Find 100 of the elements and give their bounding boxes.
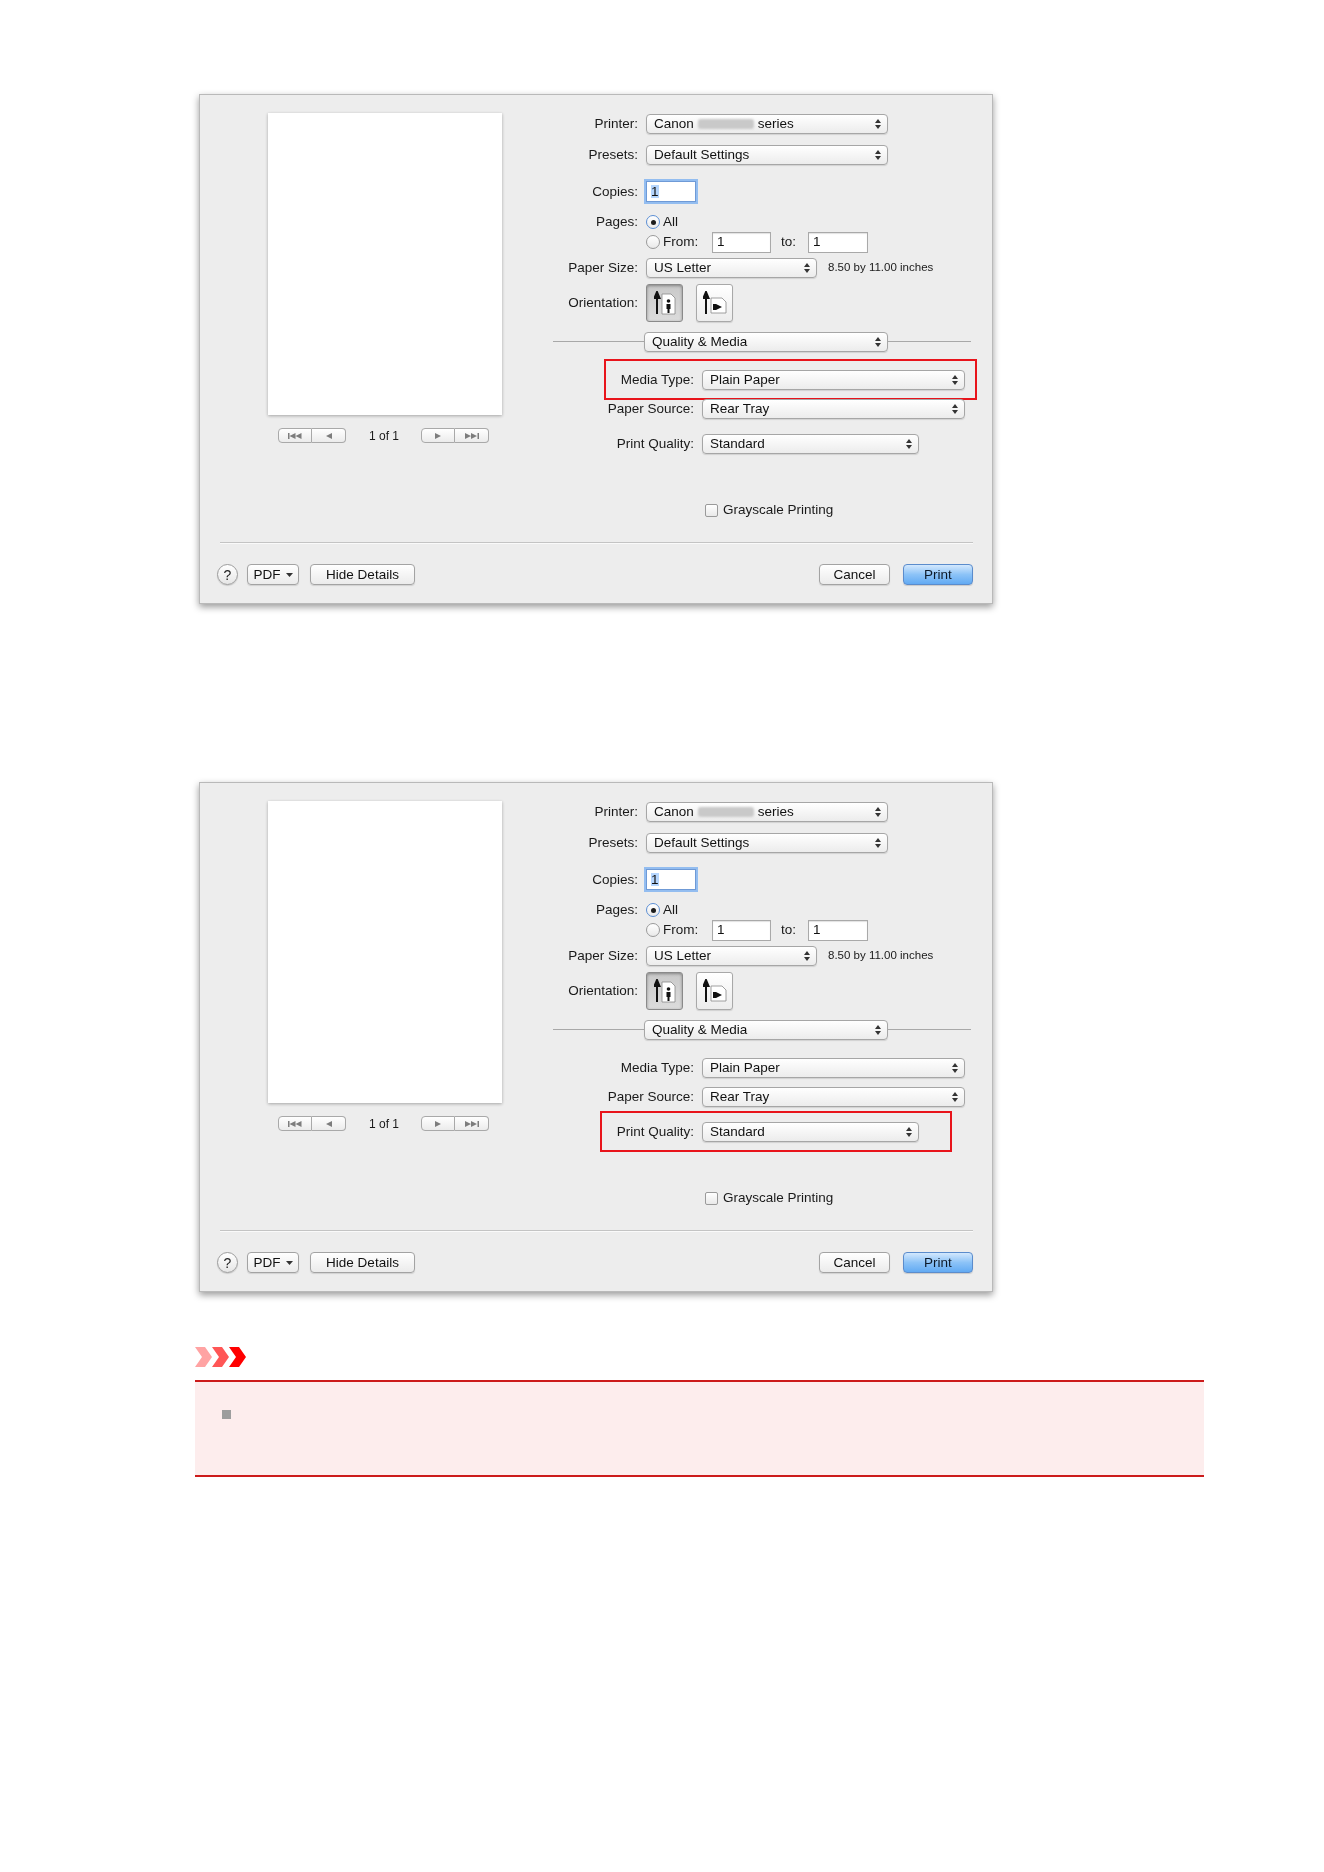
presets-dropdown[interactable]: Default Settings [646, 833, 888, 853]
up-down-arrows-icon [952, 1091, 958, 1102]
checkbox[interactable] [705, 1191, 718, 1205]
field-label: Printer: [594, 805, 638, 819]
field-label: Media Type: [620, 1060, 694, 1075]
up-down-arrows-icon [906, 438, 912, 449]
previous-icon [325, 1120, 332, 1127]
last-page-icon [464, 1120, 479, 1127]
copies-field[interactable]: 1 [646, 869, 696, 890]
checkbox[interactable] [705, 503, 718, 517]
media-type-dropdown[interactable]: Plain Paper [702, 369, 965, 390]
up-down-arrows-icon [804, 951, 810, 961]
next-page-button[interactable] [421, 1116, 456, 1131]
field-label: Presets: [588, 148, 638, 162]
radio-label: All [663, 903, 678, 917]
up-down-arrows-icon [875, 336, 881, 347]
bullet-icon [222, 1410, 231, 1419]
caret-down-icon [285, 1260, 293, 1265]
field-label: Print Quality: [616, 1124, 694, 1139]
landscape-page-icon [702, 979, 727, 1003]
from-page-field[interactable]: 1 [712, 231, 771, 253]
panel-dropdown[interactable]: Quality & Media [644, 1019, 888, 1040]
first-page-icon [288, 432, 302, 439]
up-down-arrows-icon [875, 150, 881, 160]
last-page-button[interactable] [455, 1116, 490, 1131]
to-page-field[interactable]: 1 [808, 231, 868, 253]
field-label: Pages: [595, 903, 638, 917]
field-label: Copies: [592, 184, 638, 199]
checkbox-label: Grayscale Printing [723, 1191, 834, 1205]
field-label: Pages: [595, 215, 638, 229]
print-button[interactable]: Print [903, 564, 973, 585]
field-label: Presets: [588, 836, 638, 850]
media-type-dropdown[interactable]: Plain Paper [702, 1057, 965, 1078]
radio-label: From: [663, 923, 699, 937]
up-down-arrows-icon [875, 119, 881, 129]
panel-dropdown[interactable]: Quality & Media [644, 331, 888, 352]
printer-dropdown[interactable]: Canon series [646, 802, 888, 822]
radio-label: From: [663, 235, 699, 249]
last-page-button[interactable] [455, 428, 490, 443]
previous-page-button[interactable] [312, 428, 346, 443]
help-button[interactable]: ? [217, 1252, 238, 1273]
hide-details-button[interactable]: Hide Details [310, 564, 415, 585]
radio-button[interactable] [646, 215, 660, 229]
to-page-field[interactable]: 1 [808, 919, 868, 941]
paper-source-dropdown[interactable]: Rear Tray [702, 1086, 965, 1107]
field-label: Paper Source: [607, 1089, 694, 1104]
paper-size-dropdown[interactable]: US Letter [646, 258, 817, 278]
landscape-button[interactable] [696, 284, 733, 322]
paper-source-dropdown[interactable]: Rear Tray [702, 398, 965, 419]
from-page-field[interactable]: 1 [712, 919, 771, 941]
up-down-arrows-icon [875, 1024, 881, 1035]
field-label: Paper Source: [607, 401, 694, 416]
next-icon [435, 432, 442, 439]
field-label: Copies: [592, 872, 638, 887]
field-label: to: [781, 235, 796, 249]
landscape-button[interactable] [696, 972, 733, 1010]
up-down-arrows-icon [875, 838, 881, 848]
field-label: Media Type: [620, 372, 694, 387]
pdf-button[interactable]: PDF [247, 1252, 299, 1273]
cancel-button[interactable]: Cancel [819, 1252, 890, 1273]
paper-dimensions: 8.50 by 11.00 inches [828, 950, 934, 962]
copies-field[interactable]: 1 [646, 181, 696, 202]
radio-button[interactable] [646, 923, 660, 937]
print-quality-dropdown[interactable]: Standard [702, 1121, 919, 1142]
presets-dropdown[interactable]: Default Settings [646, 145, 888, 165]
paper-size-dropdown[interactable]: US Letter [646, 946, 817, 966]
field-label: Paper Size: [568, 949, 638, 963]
radio-button[interactable] [646, 903, 660, 917]
page-counter: 1 of 1 [369, 1117, 400, 1130]
last-page-icon [464, 432, 479, 439]
portrait-page-icon [653, 291, 676, 315]
previous-page-button[interactable] [312, 1116, 346, 1131]
up-down-arrows-icon [952, 1062, 958, 1073]
print-quality-dropdown[interactable]: Standard [702, 433, 919, 454]
landscape-page-icon [702, 291, 727, 315]
next-page-button[interactable] [421, 428, 456, 443]
radio-button[interactable] [646, 235, 660, 249]
hide-details-button[interactable]: Hide Details [310, 1252, 415, 1273]
first-page-button[interactable] [278, 1116, 312, 1131]
cancel-button[interactable]: Cancel [819, 564, 890, 585]
field-label: Printer: [594, 117, 638, 131]
radio-label: All [663, 215, 678, 229]
help-button[interactable]: ? [217, 564, 238, 585]
previous-icon [325, 432, 332, 439]
paper-dimensions: 8.50 by 11.00 inches [828, 262, 934, 274]
up-down-arrows-icon [952, 374, 958, 385]
portrait-button[interactable] [646, 284, 683, 322]
first-page-button[interactable] [278, 428, 312, 443]
next-icon [435, 1120, 442, 1127]
caret-down-icon [285, 572, 293, 577]
printer-dropdown[interactable]: Canon series [646, 114, 888, 134]
checkbox-label: Grayscale Printing [723, 503, 834, 517]
portrait-page-icon [653, 979, 676, 1003]
up-down-arrows-icon [804, 263, 810, 273]
portrait-button[interactable] [646, 972, 683, 1010]
up-down-arrows-icon [875, 807, 881, 817]
field-label: Paper Size: [568, 261, 638, 275]
print-button[interactable]: Print [903, 1252, 973, 1273]
pdf-button[interactable]: PDF [247, 564, 299, 585]
up-down-arrows-icon [906, 1126, 912, 1137]
